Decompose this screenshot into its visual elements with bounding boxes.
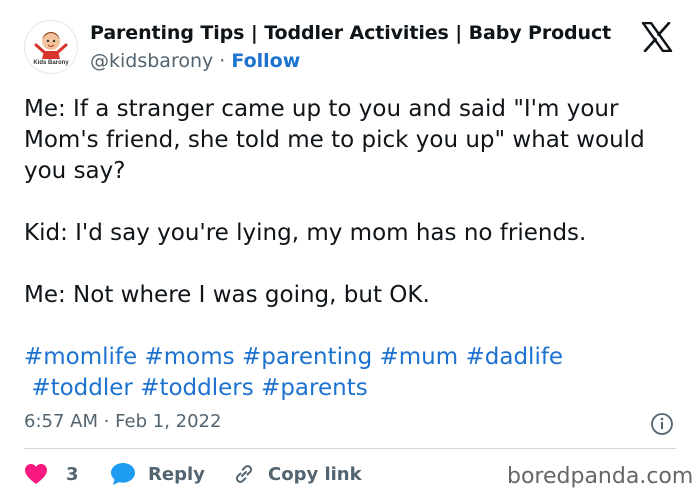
hashtag-link[interactable]: #parenting bbox=[242, 344, 372, 370]
hashtag-link[interactable]: #momlife bbox=[24, 344, 137, 370]
x-logo-icon[interactable] bbox=[641, 22, 673, 52]
avatar-label: Kids Barony bbox=[33, 60, 69, 66]
info-icon[interactable] bbox=[650, 412, 674, 436]
hashtag-link[interactable]: #parents bbox=[261, 375, 368, 401]
hashtag-link[interactable]: #toddler bbox=[31, 375, 133, 401]
handle-row: @kidsbarony · Follow bbox=[90, 50, 300, 72]
hashtag-link[interactable]: #moms bbox=[145, 344, 235, 370]
tweet-paragraph: Kid: I'd say you're lying, my mom has no… bbox=[24, 220, 587, 246]
avatar[interactable]: Kids Barony bbox=[24, 20, 78, 74]
account-name[interactable]: Parenting Tips | Toddler Activities | Ba… bbox=[90, 22, 611, 44]
link-icon bbox=[235, 465, 253, 483]
follow-button[interactable]: Follow bbox=[231, 50, 300, 72]
divider bbox=[24, 448, 676, 449]
reply-button[interactable]: Reply bbox=[110, 460, 205, 488]
hashtag-link[interactable]: #mum bbox=[380, 344, 459, 370]
tweet-text: Me: If a stranger came up to you and sai… bbox=[24, 94, 684, 404]
separator-dot: · bbox=[219, 50, 226, 72]
copy-link-label: Copy link bbox=[268, 463, 362, 485]
heart-icon bbox=[25, 464, 47, 484]
watermark: boredpanda.com bbox=[507, 464, 694, 489]
tweet-timestamp[interactable]: 6:57 AM · Feb 1, 2022 bbox=[24, 411, 221, 432]
like-button[interactable]: 3 bbox=[24, 460, 79, 488]
copy-link-button[interactable]: Copy link bbox=[232, 460, 362, 488]
tweet-paragraph: Me: Not where I was going, but OK. bbox=[24, 282, 430, 308]
like-count: 3 bbox=[66, 463, 79, 485]
hashtag-list: #momlife #moms #parenting #mum #dadlife … bbox=[24, 342, 684, 404]
tweet-header: Kids Barony Parenting Tips | Toddler Act… bbox=[0, 0, 700, 88]
hashtag-link[interactable]: #dadlife bbox=[465, 344, 563, 370]
tweet-paragraph: Me: If a stranger came up to you and sai… bbox=[24, 96, 645, 184]
hashtag-link[interactable]: #toddlers bbox=[140, 375, 254, 401]
reply-label: Reply bbox=[148, 463, 205, 485]
account-handle[interactable]: @kidsbarony bbox=[90, 50, 213, 72]
speech-bubble-icon bbox=[111, 463, 135, 485]
